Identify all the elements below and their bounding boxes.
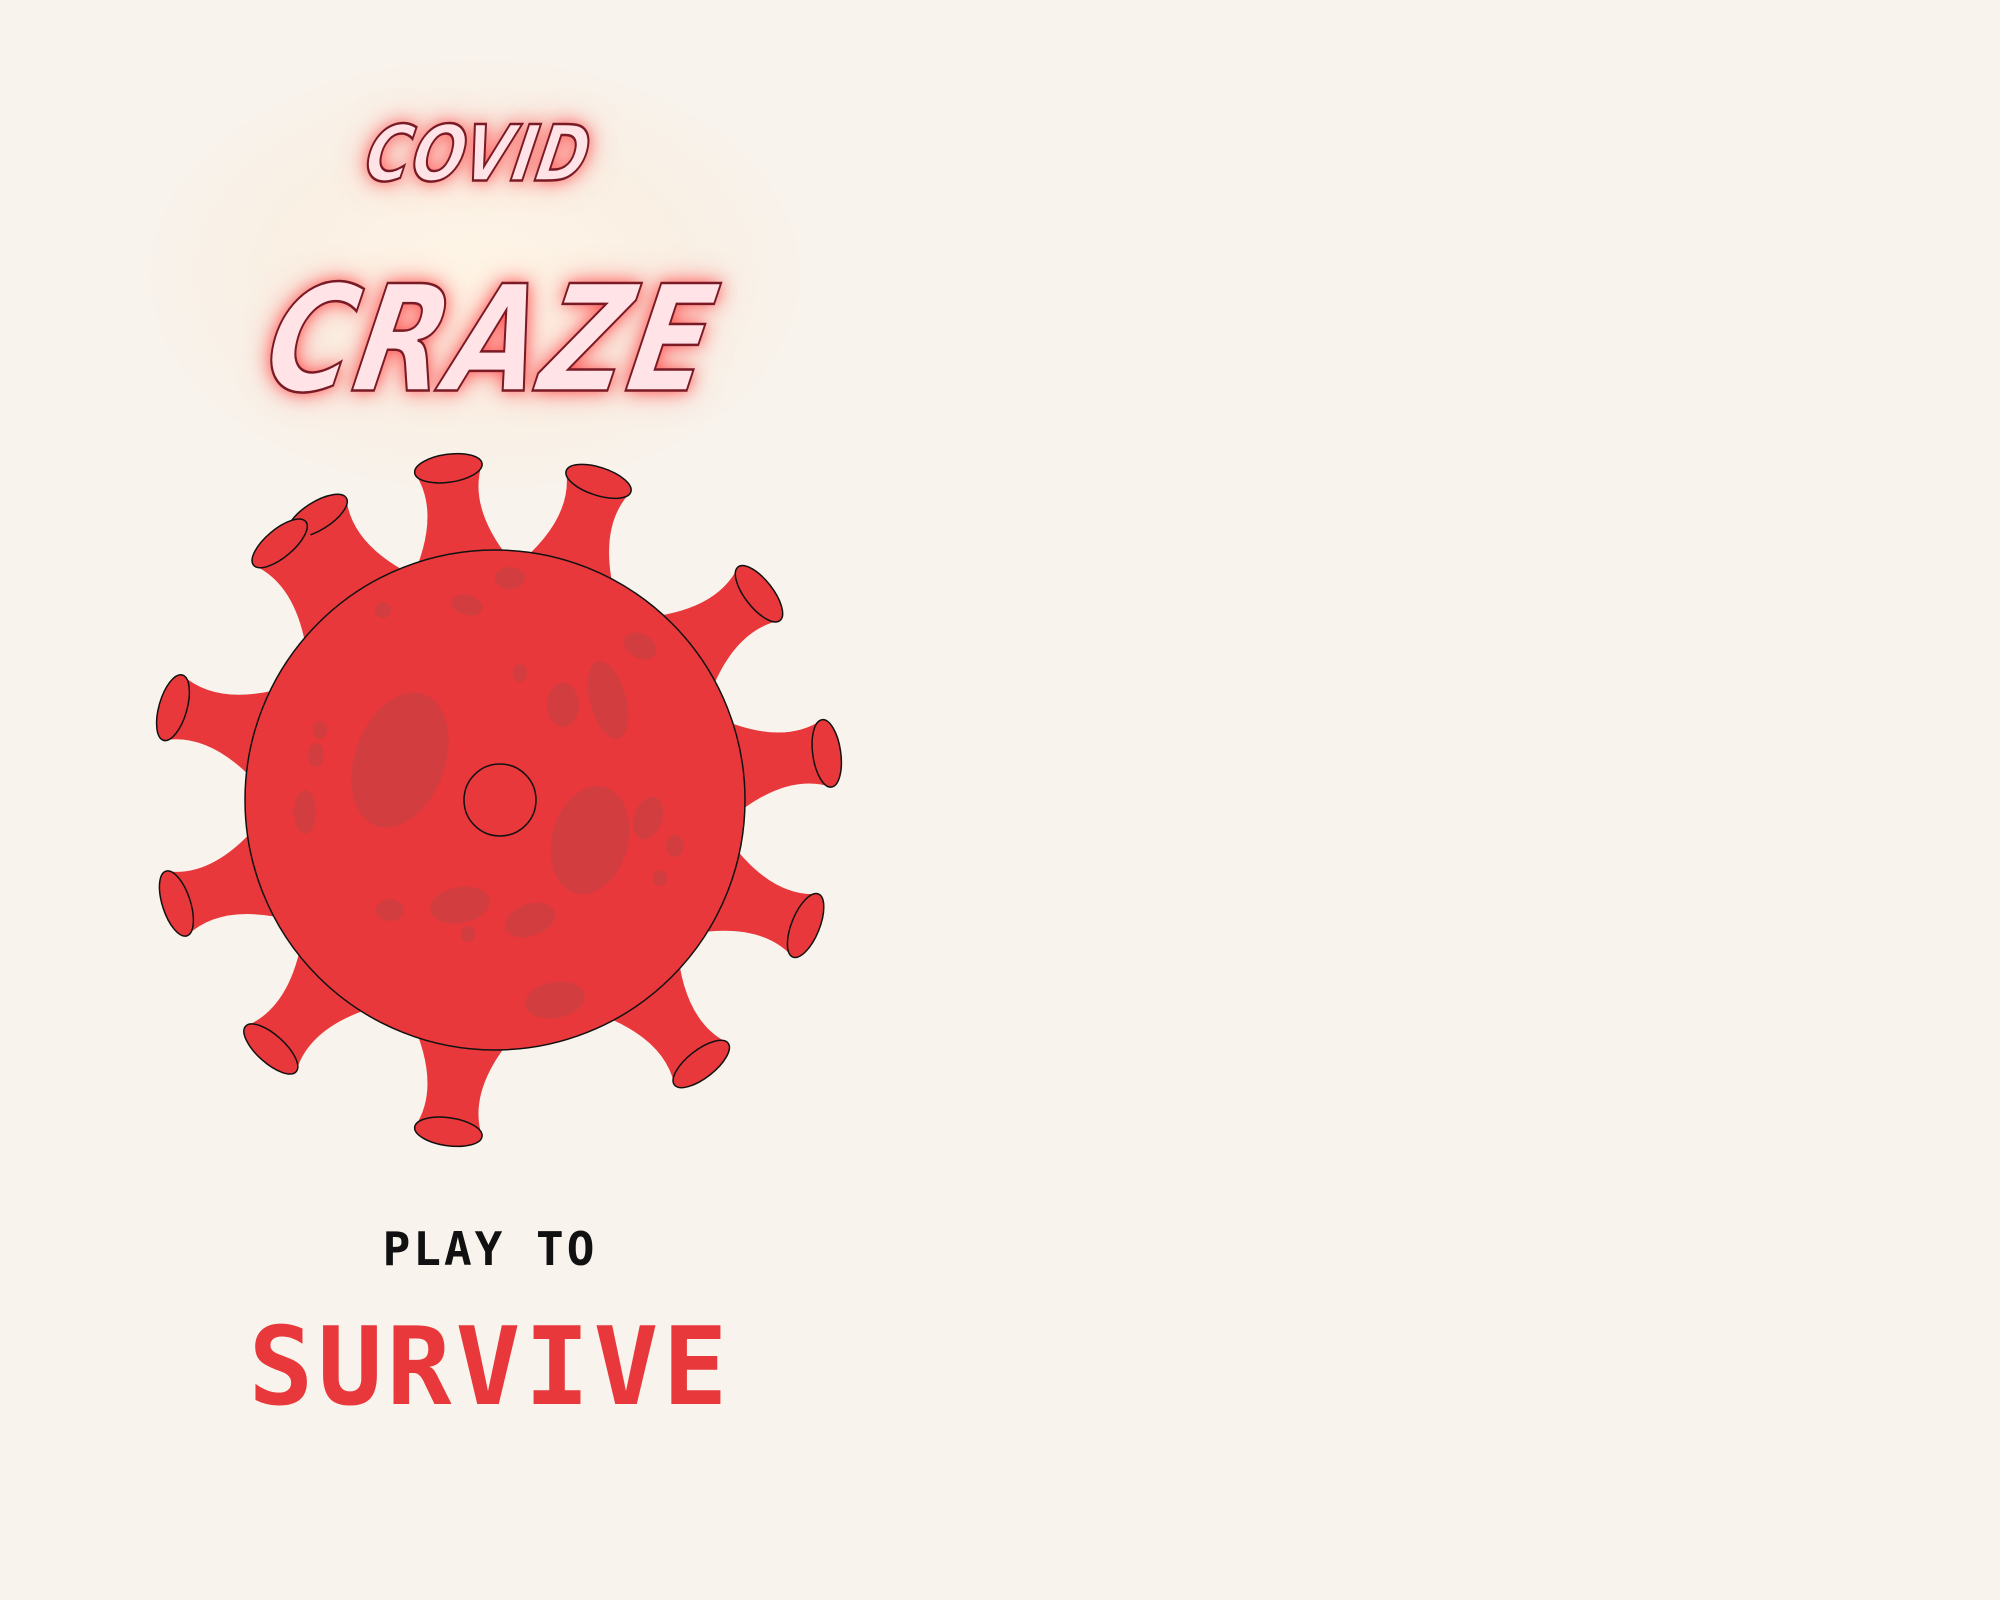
virus-body [244, 549, 746, 1051]
title-craze: CRAZE [253, 252, 731, 427]
virus-icon [155, 452, 843, 1148]
title-covid: COVID [358, 107, 600, 200]
tagline-survive: SURVIVE [248, 1305, 732, 1430]
tagline-play-to: PLAY TO [382, 1222, 598, 1276]
